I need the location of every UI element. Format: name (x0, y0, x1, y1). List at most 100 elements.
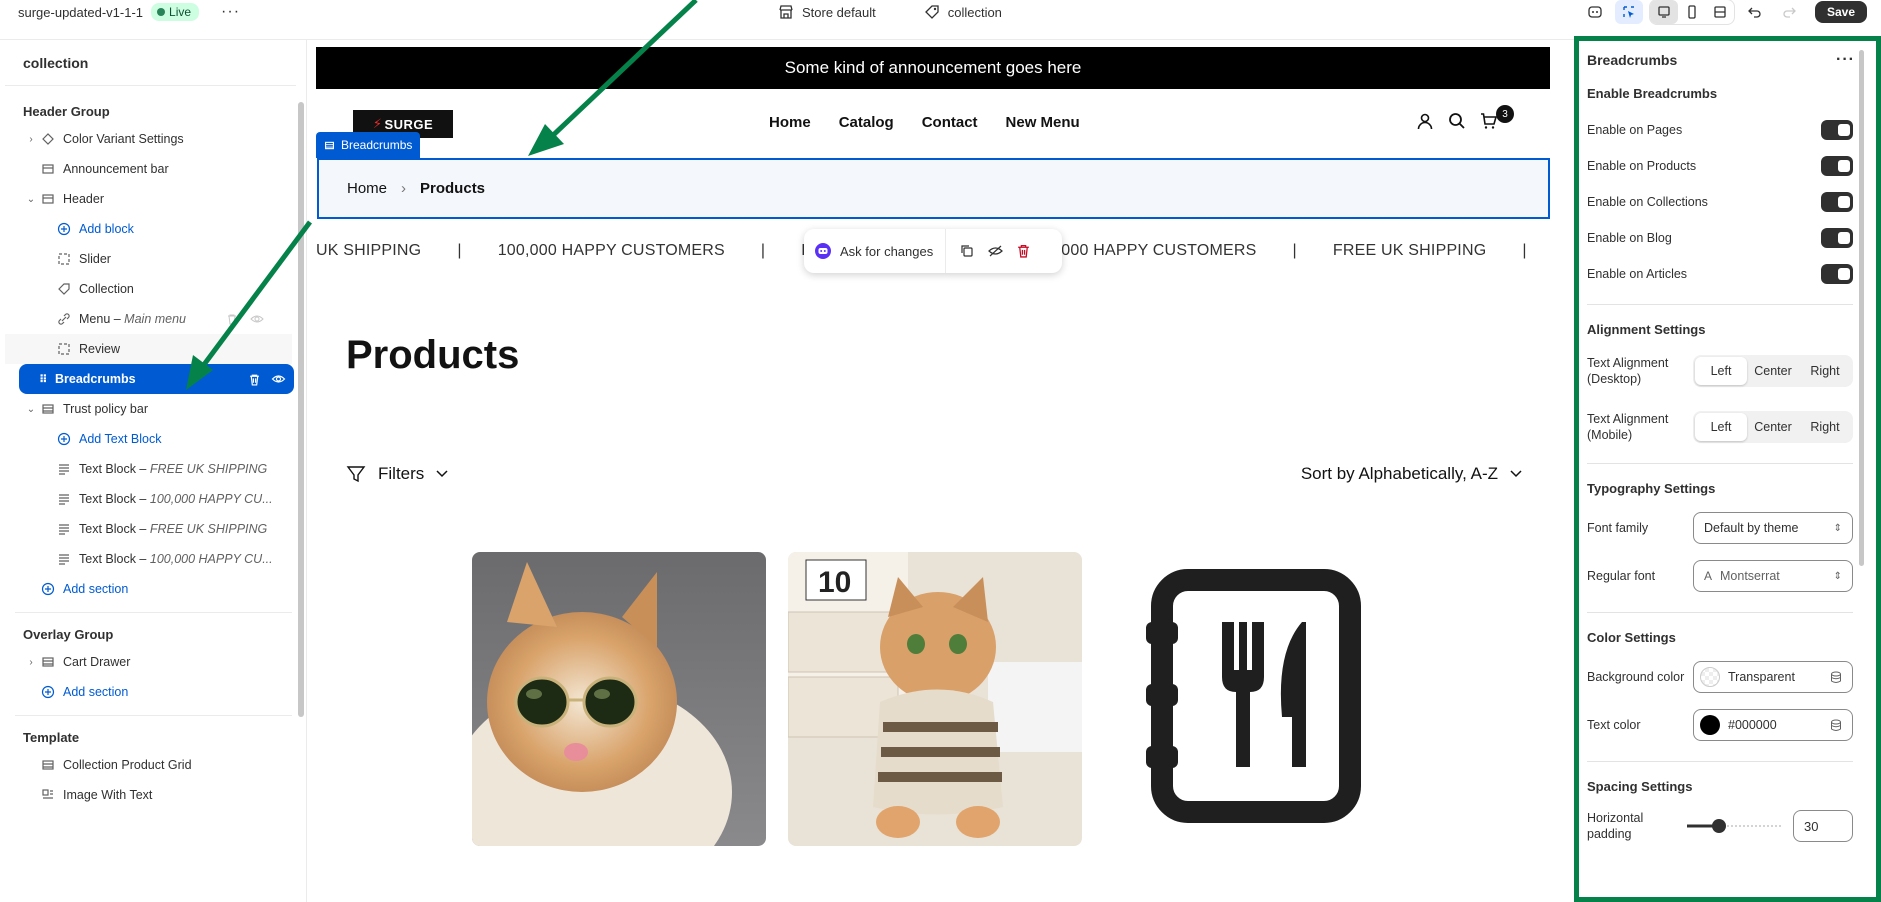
block-collection[interactable]: Collection (5, 274, 306, 304)
chevron-right-icon[interactable]: › (23, 134, 39, 145)
section-label: Trust policy bar (63, 402, 148, 416)
text-color-picker[interactable]: #000000 (1693, 709, 1853, 741)
toggle-switch[interactable] (1821, 192, 1853, 212)
text-block-item[interactable]: Text Block – FREE UK SHIPPING (5, 514, 306, 544)
product-card-restaurant-menu[interactable] (1104, 552, 1398, 846)
font-family-select[interactable]: Default by theme ⇕ (1693, 512, 1853, 544)
eye-icon[interactable] (250, 313, 264, 325)
text-lines-icon (55, 521, 73, 537)
chevron-down-icon[interactable]: ⌄ (23, 194, 39, 205)
product-card-cat-sunglasses[interactable] (472, 552, 766, 846)
announcement-bar[interactable]: Some kind of announcement goes here (316, 47, 1550, 89)
more-actions-button[interactable]: ··· (221, 3, 240, 21)
database-icon[interactable] (1830, 671, 1842, 684)
block-review[interactable]: Review (5, 334, 292, 364)
selected-section-tag[interactable]: Breadcrumbs (316, 132, 421, 158)
nav-catalog[interactable]: Catalog (839, 114, 894, 131)
drag-handle-icon[interactable]: ⠿ (39, 373, 55, 386)
ticker-divider: | (1522, 242, 1527, 259)
trash-icon[interactable] (248, 373, 261, 386)
inspector-icon[interactable] (1614, 0, 1643, 24)
ask-for-changes-button[interactable]: Ask for changes (804, 229, 947, 273)
hide-icon[interactable] (988, 244, 1004, 258)
save-button[interactable]: Save (1814, 1, 1867, 23)
add-text-block-button[interactable]: Add Text Block (5, 424, 306, 454)
mobile-view-icon[interactable] (1678, 0, 1706, 24)
restaurant-menu-icon[interactable] (1104, 552, 1398, 846)
section-image-with-text[interactable]: Image With Text (5, 780, 306, 810)
transparent-swatch-icon[interactable] (1700, 667, 1720, 687)
align-left-option[interactable]: Left (1695, 413, 1747, 441)
block-label-sub: Main menu (124, 312, 187, 326)
product-card-cat-sweater[interactable]: 10 (788, 552, 1082, 846)
add-block-button[interactable]: Add block (5, 214, 306, 244)
text-block-item[interactable]: Text Block – 100,000 HAPPY CU... (5, 544, 306, 574)
toggle-label: Enable on Articles (1587, 267, 1688, 281)
add-section-button[interactable]: Add section (5, 677, 306, 707)
block-menu[interactable]: Menu – Main menu (5, 304, 306, 334)
account-icon[interactable] (1416, 112, 1434, 130)
background-color-picker[interactable]: Transparent (1693, 661, 1853, 693)
store-name[interactable]: surge-updated-v1-1-1 (18, 5, 143, 20)
align-center-option[interactable]: Center (1747, 357, 1799, 385)
toggle-switch[interactable] (1821, 156, 1853, 176)
align-right-option[interactable]: Right (1799, 357, 1851, 385)
store-default-selector[interactable]: Store default (778, 4, 876, 20)
block-slider[interactable]: Slider (5, 244, 306, 274)
product-image-cat-sunglasses[interactable] (472, 552, 766, 846)
regular-font-picker[interactable]: A Montserrat ⇕ (1693, 560, 1853, 592)
scrollbar-thumb[interactable] (1859, 50, 1864, 566)
section-color-variant-settings[interactable]: › Color Variant Settings (5, 124, 306, 154)
duplicate-icon[interactable] (960, 244, 974, 258)
filter-icon (346, 466, 366, 483)
redo-icon[interactable] (1775, 0, 1803, 24)
chevron-right-icon[interactable]: › (23, 657, 39, 668)
section-trust-policy-bar[interactable]: ⌄ Trust policy bar (5, 394, 306, 424)
text-block-item[interactable]: Text Block – FREE UK SHIPPING (5, 454, 306, 484)
align-left-option[interactable]: Left (1695, 357, 1747, 385)
toggle-switch[interactable] (1821, 264, 1853, 284)
divider (15, 715, 292, 716)
settings-title: Breadcrumbs (1587, 52, 1678, 68)
section-header[interactable]: ⌄ Header (5, 184, 306, 214)
product-image-cat-sweater[interactable]: 10 (788, 552, 1082, 846)
more-options-icon[interactable]: ··· (1836, 51, 1855, 69)
horizontal-padding-slider[interactable] (1687, 818, 1783, 834)
bolt-icon: ⚡ (372, 116, 383, 131)
section-breadcrumbs[interactable]: ⠿ Breadcrumbs (19, 364, 294, 394)
add-section-button[interactable]: Add section (5, 574, 306, 604)
settings-scrollbar[interactable] (1859, 44, 1865, 889)
black-swatch-icon[interactable] (1700, 715, 1720, 735)
fullscreen-view-icon[interactable] (1706, 0, 1734, 24)
toggle-switch[interactable] (1821, 228, 1853, 248)
filters-button[interactable]: Filters (346, 464, 448, 484)
chevron-down-icon[interactable]: ⌄ (23, 404, 39, 415)
trash-icon[interactable] (226, 313, 238, 325)
section-cart-drawer[interactable]: › Cart Drawer (5, 647, 306, 677)
section-announcement-bar[interactable]: Announcement bar (5, 154, 306, 184)
sort-dropdown[interactable]: Sort by Alphabetically, A-Z (1301, 464, 1522, 484)
text-block-item[interactable]: Text Block – 100,000 HAPPY CU... (5, 484, 306, 514)
scrollbar-thumb[interactable] (298, 102, 304, 717)
breadcrumb-home[interactable]: Home (347, 180, 387, 197)
search-icon[interactable] (1448, 112, 1466, 130)
sidebar-scrollbar[interactable] (297, 90, 305, 900)
toggle-switch[interactable] (1821, 120, 1853, 140)
undo-icon[interactable] (1741, 0, 1769, 24)
align-right-option[interactable]: Right (1799, 413, 1851, 441)
eye-icon[interactable] (271, 373, 286, 385)
breadcrumbs-section[interactable]: Home › Products (317, 158, 1550, 219)
settings-header: Breadcrumbs ··· (1587, 40, 1855, 80)
template-selector[interactable]: collection (924, 4, 1002, 20)
field-label: Horizontal padding (1587, 811, 1644, 841)
trash-icon[interactable] (1017, 244, 1030, 258)
sidekick-icon[interactable] (1581, 0, 1609, 24)
nav-home[interactable]: Home (769, 114, 811, 131)
horizontal-padding-input[interactable]: 30 (1793, 810, 1853, 842)
database-icon[interactable] (1830, 719, 1842, 732)
nav-new-menu[interactable]: New Menu (1006, 114, 1080, 131)
section-collection-product-grid[interactable]: Collection Product Grid (5, 750, 306, 780)
nav-contact[interactable]: Contact (922, 114, 978, 131)
align-center-option[interactable]: Center (1747, 413, 1799, 441)
desktop-view-icon[interactable] (1649, 0, 1678, 24)
